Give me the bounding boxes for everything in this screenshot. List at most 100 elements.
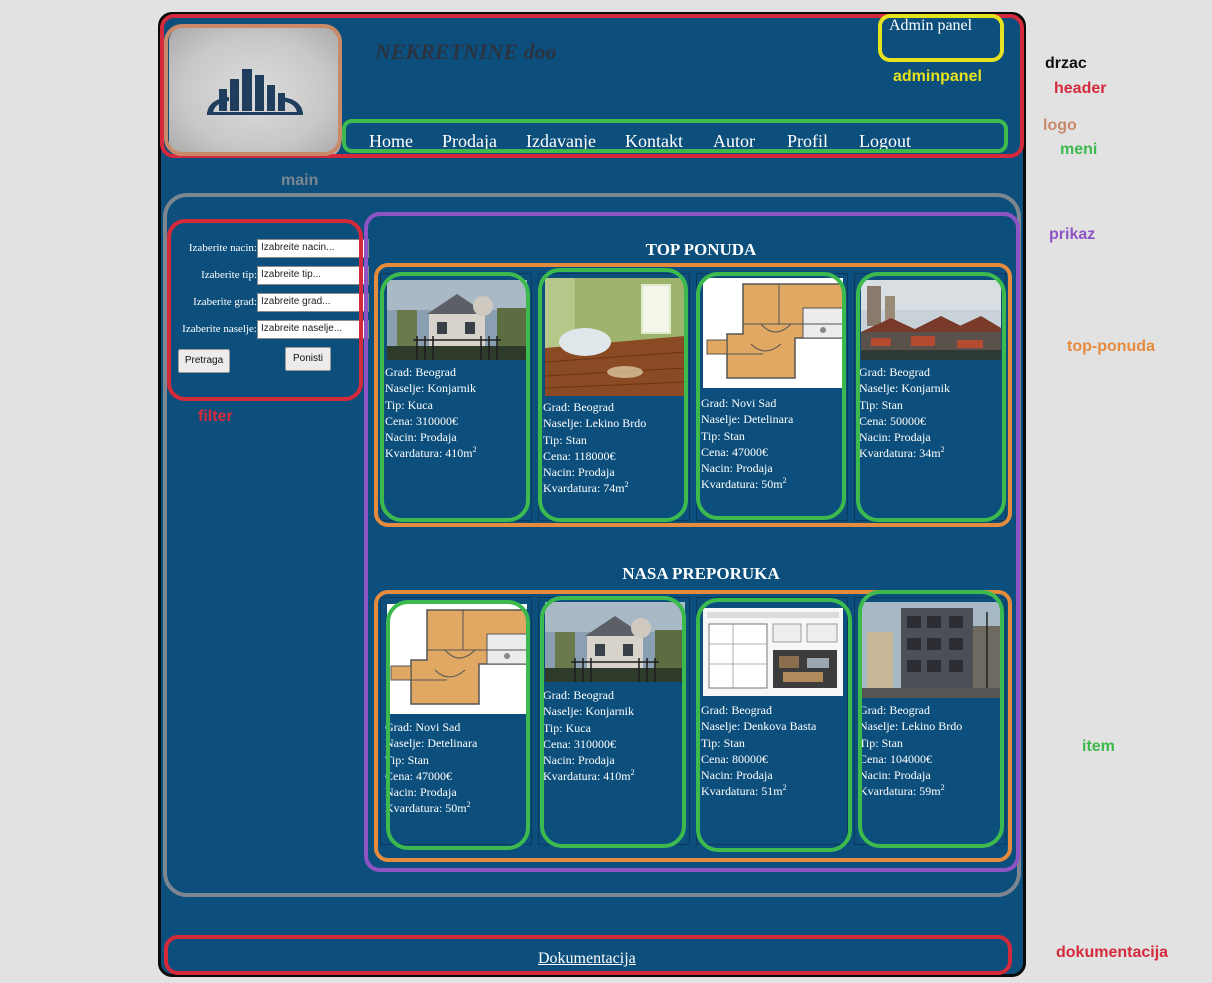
item-detail-line: Nacin: Prodaja bbox=[859, 768, 931, 783]
item-detail-line: Grad: Beograd bbox=[701, 703, 772, 717]
item-detail-line: Cena: 310000€ bbox=[385, 413, 458, 428]
item-detail-line: Grad: Beograd bbox=[543, 400, 614, 414]
filter-label: filter bbox=[198, 408, 233, 425]
filter-nacin-select[interactable]: Izabreite nacin... ⌄ bbox=[257, 239, 369, 258]
item-detail-line: Nacin: Prodaja bbox=[701, 461, 773, 476]
top-item-3[interactable]: Grad: Novi Sad Naselje: Detelinara Tip: St… bbox=[696, 273, 848, 521]
documentation-link[interactable]: Dokumentacija bbox=[538, 950, 636, 968]
recommend-item-2[interactable]: Grad: Beograd Naselje: Konjarnik Tip: Kuca… bbox=[538, 597, 690, 845]
reset-button[interactable]: Ponisti bbox=[285, 347, 331, 371]
building-photo[interactable] bbox=[861, 602, 1001, 698]
item-detail-line: Grad: Beograd bbox=[859, 365, 930, 379]
floorplan-photo[interactable] bbox=[387, 604, 527, 716]
filter-grad-value: Izabreite grad... bbox=[261, 296, 331, 307]
chevron-down-icon: ⌄ bbox=[356, 322, 365, 333]
site-title: NEKRETNINE doo bbox=[375, 39, 557, 64]
item-area: Kvardatura: 51m2 bbox=[701, 783, 787, 799]
item-details: Grad: Beograd Naselje: Konjarnik Tip: Kuca… bbox=[385, 364, 477, 462]
item-details: Grad: Beograd Naselje: Lekino Brdo Tip: St… bbox=[543, 399, 646, 497]
filter-grad-select[interactable]: Izabreite grad... ⌄ bbox=[257, 293, 369, 312]
admin-panel-link[interactable]: Admin panel bbox=[889, 17, 972, 35]
item-details: Grad: Beograd Naselje: Konjarnik Tip: Stan… bbox=[859, 364, 950, 462]
nav-profil[interactable]: Profil bbox=[787, 131, 828, 152]
item-area: Kvardatura: 410m2 bbox=[543, 768, 635, 784]
item-detail-line: Naselje: Konjarnik bbox=[385, 381, 476, 396]
item-details: Grad: Beograd Naselje: Denkova Basta Tip: … bbox=[701, 702, 816, 800]
item-area: Kvardatura: 50m2 bbox=[701, 476, 787, 492]
nav-home[interactable]: Home bbox=[369, 131, 413, 152]
item-detail-line: Tip: Stan bbox=[701, 428, 745, 443]
item-detail-line: Naselje: Lekino Brdo bbox=[859, 719, 963, 734]
interior-photo[interactable] bbox=[545, 278, 685, 396]
item-detail-line: Naselje: Lekino Brdo bbox=[543, 416, 647, 431]
nav-kontakt[interactable]: Kontakt bbox=[625, 131, 683, 152]
item-detail-line: Tip: Stan bbox=[385, 752, 429, 767]
item-detail-line: Nacin: Prodaja bbox=[701, 768, 773, 783]
top-item-2[interactable]: Grad: Beograd Naselje: Lekino Brdo Tip: St… bbox=[538, 273, 690, 521]
recommend-item-4[interactable]: Grad: Beograd Naselje: Lekino Brdo Tip: St… bbox=[854, 597, 1006, 845]
filter-naselje-value: Izabreite naselje... bbox=[261, 323, 343, 334]
recommend-item-3[interactable]: Grad: Beograd Naselje: Denkova Basta Tip: … bbox=[696, 597, 848, 845]
item-detail-line: Tip: Kuca bbox=[385, 397, 433, 412]
item-detail-line: Naselje: Detelinara bbox=[701, 412, 794, 427]
top-offer-title: TOP PONUDA bbox=[645, 240, 757, 259]
item-detail-line: Naselje: Konjarnik bbox=[859, 381, 950, 396]
house-photo[interactable] bbox=[545, 602, 685, 682]
nav-izdavanje[interactable]: Izdavanje bbox=[526, 131, 596, 152]
floorplan-photo[interactable] bbox=[703, 278, 843, 390]
logo[interactable] bbox=[169, 27, 341, 157]
city-photo[interactable] bbox=[861, 280, 1001, 360]
nav-logout[interactable]: Logout bbox=[859, 131, 911, 152]
prikaz-label: prikaz bbox=[1049, 226, 1096, 243]
item-area: Kvardatura: 50m2 bbox=[385, 800, 471, 816]
item-detail-line: Cena: 47000€ bbox=[385, 768, 452, 783]
item-details: Grad: Beograd Naselje: Konjarnik Tip: Kuca… bbox=[543, 687, 635, 785]
item-detail-line: Cena: 118000€ bbox=[543, 448, 616, 463]
item-detail-line: Grad: Novi Sad bbox=[701, 396, 777, 410]
item-detail-line: Cena: 80000€ bbox=[701, 751, 768, 766]
filter-tip-value: Izabreite tip... bbox=[261, 269, 322, 280]
filter-grad-label: Izaberite grad: bbox=[193, 296, 257, 308]
filter-nacin-label: Izaberite nacin: bbox=[188, 242, 257, 254]
top-item-1[interactable]: Grad: Beograd Naselje: Konjarnik Tip: Kuca… bbox=[380, 273, 532, 521]
item-detail-line: Cena: 50000€ bbox=[859, 413, 926, 428]
item-detail-line: Cena: 310000€ bbox=[543, 736, 616, 751]
item-detail-line: Grad: Beograd bbox=[543, 688, 614, 702]
top-ponuda-label: top-ponuda bbox=[1067, 338, 1155, 355]
drzac-label: drzac bbox=[1045, 55, 1087, 72]
item-detail-line: Cena: 104000€ bbox=[859, 751, 932, 766]
item-details: Grad: Beograd Naselje: Lekino Brdo Tip: St… bbox=[859, 702, 962, 800]
item-detail-line: Naselje: Detelinara bbox=[385, 736, 478, 751]
item-area: Kvardatura: 34m2 bbox=[859, 445, 945, 461]
item-detail-line: Nacin: Prodaja bbox=[385, 430, 457, 445]
search-button[interactable]: Pretraga bbox=[178, 349, 230, 373]
logo-label: logo bbox=[1043, 117, 1077, 134]
top-item-4[interactable]: Grad: Beograd Naselje: Konjarnik Tip: Stan… bbox=[854, 273, 1006, 521]
item-detail-line: Nacin: Prodaja bbox=[543, 753, 615, 768]
filter-nacin-value: Izabreite nacin... bbox=[261, 242, 335, 253]
dokumentacija-label: dokumentacija bbox=[1056, 944, 1169, 961]
main-label: main bbox=[281, 172, 319, 189]
chevron-down-icon: ⌄ bbox=[356, 295, 365, 306]
item-detail-line: Tip: Stan bbox=[859, 397, 903, 412]
item-detail-line: Tip: Stan bbox=[543, 432, 587, 447]
city-buildings-logo-icon bbox=[207, 69, 303, 115]
item-detail-line: Cena: 47000€ bbox=[701, 444, 768, 459]
item-detail-line: Nacin: Prodaja bbox=[859, 430, 931, 445]
page-container: NEKRETNINE doo Admin panel Home Prodaja … bbox=[158, 12, 1026, 977]
item-detail-line: Grad: Beograd bbox=[859, 703, 930, 717]
item-detail-line: Grad: Novi Sad bbox=[385, 720, 461, 734]
nav-autor[interactable]: Autor bbox=[713, 131, 755, 152]
filter-panel: Izaberite nacin: Izabreite nacin... ⌄ Iz… bbox=[169, 220, 369, 400]
recommend-title: NASA PREPORUKA bbox=[622, 564, 780, 583]
nav-prodaja[interactable]: Prodaja bbox=[442, 131, 497, 152]
plan-sheet-photo[interactable] bbox=[703, 608, 843, 696]
recommend-item-1[interactable]: Grad: Novi Sad Naselje: Detelinara Tip: St… bbox=[380, 597, 532, 845]
item-area: Kvardatura: 59m2 bbox=[859, 783, 945, 799]
filter-tip-select[interactable]: Izabreite tip... ⌄ bbox=[257, 266, 369, 285]
filter-naselje-label: Izaberite naselje: bbox=[182, 323, 257, 335]
filter-naselje-select[interactable]: Izabreite naselje... ⌄ bbox=[257, 320, 369, 339]
item-detail-line: Nacin: Prodaja bbox=[543, 465, 615, 480]
house-photo[interactable] bbox=[387, 280, 527, 360]
chevron-down-icon: ⌄ bbox=[356, 268, 365, 279]
